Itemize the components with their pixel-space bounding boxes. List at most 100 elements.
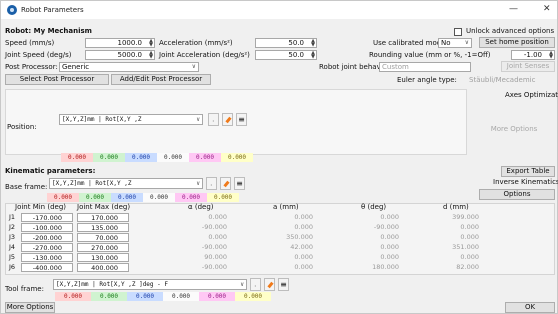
copy-tool-frame-icon[interactable]: · — [250, 278, 261, 291]
table-header: Joint Min (deg) — [15, 203, 66, 211]
alpha-value: -90.000 — [201, 263, 227, 271]
joint-behavior-value: Custom — [382, 63, 409, 71]
table-header: Joint Max (deg) — [77, 203, 131, 211]
position-z-value[interactable]: 0.000 — [125, 153, 157, 162]
tool-frame-z-value[interactable]: 0.000 — [127, 292, 163, 301]
joint-speed-spinner-icon[interactable]: ▲ ▼ — [149, 51, 153, 60]
joint-acceleration-input[interactable]: 50.0 ▲ ▼ — [255, 50, 317, 60]
table-header: θ (deg) — [361, 203, 387, 211]
joint-min-input[interactable]: -400.000 — [21, 263, 73, 272]
joint-max-input[interactable]: 270.000 — [77, 243, 129, 252]
tool-frame-format-select[interactable]: [X,Y,Z]mm | Rot[X,Y ,Z ]deg - F ∨ — [53, 279, 247, 290]
inverse-kinematics-options-button[interactable]: Options — [479, 189, 555, 200]
tool-frame-rz-value[interactable]: 0.000 — [235, 292, 271, 301]
base-frame-format-select[interactable]: [X,Y,Z]mm | Rot[X,Y ,Z ∨ — [49, 178, 203, 189]
copy-position-icon[interactable]: · — [208, 113, 219, 126]
rounding-spinner-icon[interactable]: ▲ ▼ — [549, 51, 553, 60]
position-rx-value[interactable]: 0.000 — [157, 153, 189, 162]
tool-frame-ry-value[interactable]: 0.000 — [199, 292, 235, 301]
tool-frame-rx-value[interactable]: 0.000 — [163, 292, 199, 301]
position-ry-value[interactable]: 0.000 — [189, 153, 221, 162]
base-frame-x-value[interactable]: 0.000 — [47, 193, 79, 202]
position-format-value: [X,Y,Z]mm | Rot[X,Y ,Z — [62, 116, 142, 123]
position-format-select[interactable]: [X,Y,Z]mm | Rot[X,Y ,Z ∨ — [59, 114, 203, 125]
edit-position-icon[interactable] — [222, 113, 233, 126]
base-frame-rz-value[interactable]: 0.000 — [207, 193, 239, 202]
acceleration-input[interactable]: 50.0 ▲ ▼ — [255, 38, 317, 48]
joint-min-input[interactable]: -100.000 — [21, 223, 73, 232]
alpha-value: 0.000 — [208, 213, 227, 221]
chevron-down-icon: ∨ — [191, 63, 196, 70]
a-value: 0.000 — [294, 263, 313, 271]
menu-icon[interactable]: ≡ — [278, 278, 289, 291]
theta-value: 180.000 — [372, 263, 399, 271]
more-options-axes-button[interactable]: More Options — [477, 125, 551, 136]
more-options-button[interactable]: More Options — [5, 302, 55, 313]
robot-title: Robot: My Mechanism — [5, 27, 92, 35]
tool-frame-label: Tool frame: — [5, 285, 44, 293]
joint-name: J1 — [9, 213, 16, 221]
unlock-advanced-checkbox[interactable] — [454, 28, 462, 36]
post-processor-value: Generic — [62, 63, 90, 71]
speed-input[interactable]: 1000.0 ▲ ▼ — [85, 38, 155, 48]
d-value: 399.000 — [452, 213, 479, 221]
kinematic-title: Kinematic parameters: — [5, 167, 96, 175]
joint-senses-button[interactable]: Joint Senses — [501, 61, 555, 72]
joint-behavior-select[interactable]: Custom — [379, 62, 471, 72]
copy-base-frame-icon[interactable]: · — [206, 177, 217, 190]
joint-max-input[interactable]: 135.000 — [77, 223, 129, 232]
base-frame-y-value[interactable]: 0.000 — [79, 193, 111, 202]
minimize-icon[interactable]: — — [509, 4, 518, 14]
base-frame-ry-value[interactable]: 0.000 — [175, 193, 207, 202]
a-value: 0.000 — [294, 253, 313, 261]
joint-name: J5 — [9, 253, 16, 261]
table-header: d (mm) — [443, 203, 469, 211]
tool-frame-y-value[interactable]: 0.000 — [91, 292, 127, 301]
d-value: 0.000 — [460, 253, 479, 261]
export-table-button[interactable]: Export Table — [501, 166, 555, 177]
menu-icon[interactable]: ≡ — [236, 113, 247, 126]
euler-angle-label: Euler angle type: — [397, 76, 457, 84]
close-icon[interactable]: ✕ — [543, 4, 551, 14]
acceleration-spinner-icon[interactable]: ▲ ▼ — [311, 39, 315, 48]
position-x-value[interactable]: 0.000 — [61, 153, 93, 162]
rounding-label: Rounding value (mm or %, -1=Off) — [369, 51, 491, 59]
joint-max-input[interactable]: 170.000 — [77, 213, 129, 222]
d-value: 0.000 — [460, 233, 479, 241]
joint-speed-input[interactable]: 5000.0 ▲ ▼ — [85, 50, 155, 60]
base-frame-rx-value[interactable]: 0.000 — [143, 193, 175, 202]
joint-max-input[interactable]: 400.000 — [77, 263, 129, 272]
joint-name: J3 — [9, 233, 16, 241]
joint-min-input[interactable]: -130.000 — [21, 253, 73, 262]
edit-base-frame-icon[interactable] — [220, 177, 231, 190]
joint-max-input[interactable]: 70.000 — [77, 233, 129, 242]
position-rz-value[interactable]: 0.000 — [221, 153, 253, 162]
calibrated-model-select[interactable]: No ∨ — [438, 38, 472, 48]
tool-frame-x-value[interactable]: 0.000 — [55, 292, 91, 301]
joint-acceleration-label: Joint Acceleration (deg/s²) — [159, 51, 250, 59]
edit-post-processor-button[interactable]: Add/Edit Post Processor — [111, 74, 211, 85]
edit-tool-frame-icon[interactable] — [264, 278, 275, 291]
select-post-processor-button[interactable]: Select Post Processor — [5, 74, 109, 85]
joint-min-input[interactable]: -170.000 — [21, 213, 73, 222]
joint-acceleration-value: 50.0 — [288, 51, 304, 59]
joint-max-input[interactable]: 130.000 — [77, 253, 129, 262]
speed-label: Speed (mm/s) — [5, 39, 55, 47]
joint-min-input[interactable]: -200.000 — [21, 233, 73, 242]
menu-icon[interactable]: ≡ — [234, 177, 245, 190]
a-value: 350.000 — [286, 233, 313, 241]
table-header: α (deg) — [188, 203, 214, 211]
theta-value: 0.000 — [380, 243, 399, 251]
theta-value: 0.000 — [380, 233, 399, 241]
post-processor-select[interactable]: Generic ∨ — [59, 62, 199, 72]
joint-acceleration-spinner-icon[interactable]: ▲ ▼ — [311, 51, 315, 60]
base-frame-z-value[interactable]: 0.000 — [111, 193, 143, 202]
base-frame-format-value: [X,Y,Z]mm | Rot[X,Y ,Z — [52, 180, 132, 187]
speed-spinner-icon[interactable]: ▲ ▼ — [149, 39, 153, 48]
ok-button[interactable]: OK — [505, 302, 555, 313]
joint-min-input[interactable]: -270.000 — [21, 243, 73, 252]
set-home-position-button[interactable]: Set home position — [479, 37, 555, 48]
position-y-value[interactable]: 0.000 — [93, 153, 125, 162]
rounding-input[interactable]: -1.00 ▲ ▼ — [511, 50, 555, 60]
table-header: a (mm) — [273, 203, 299, 211]
